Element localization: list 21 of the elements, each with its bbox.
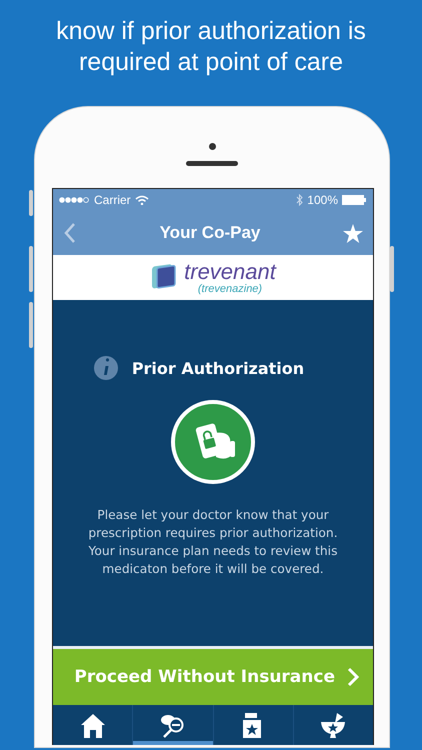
proceed-button[interactable]: Proceed Without Insurance: [53, 646, 373, 705]
carrier-label: Carrier: [94, 193, 131, 207]
battery-percent: 100%: [307, 193, 338, 207]
headline: know if prior authorization is required at point of care: [55, 16, 367, 78]
tab-button[interactable]: [133, 705, 214, 745]
home-icon: [80, 712, 106, 738]
screen-title: Your Co-Pay: [158, 223, 262, 243]
notice-message: Please let your doctor know that your prescription requires prior authorization. Your insurance plan needs to review this medicaton before it will be covered.: [87, 507, 339, 578]
bluetooth-icon: [296, 194, 304, 206]
speaker-slot: [186, 161, 238, 166]
mortar-pestle-icon: [320, 712, 346, 738]
generic-name: (trevenazine): [198, 284, 262, 294]
signal-icon: [59, 196, 90, 204]
wifi-icon: [134, 195, 149, 205]
notice-title: Prior Authorization: [132, 358, 304, 378]
camera-dot: [208, 143, 216, 150]
brand-name: trevenant: [184, 260, 276, 282]
battery-icon: [342, 195, 367, 205]
star-icon[interactable]: [343, 224, 363, 242]
info-icon: [94, 356, 118, 380]
chevron-icon: [347, 667, 359, 687]
